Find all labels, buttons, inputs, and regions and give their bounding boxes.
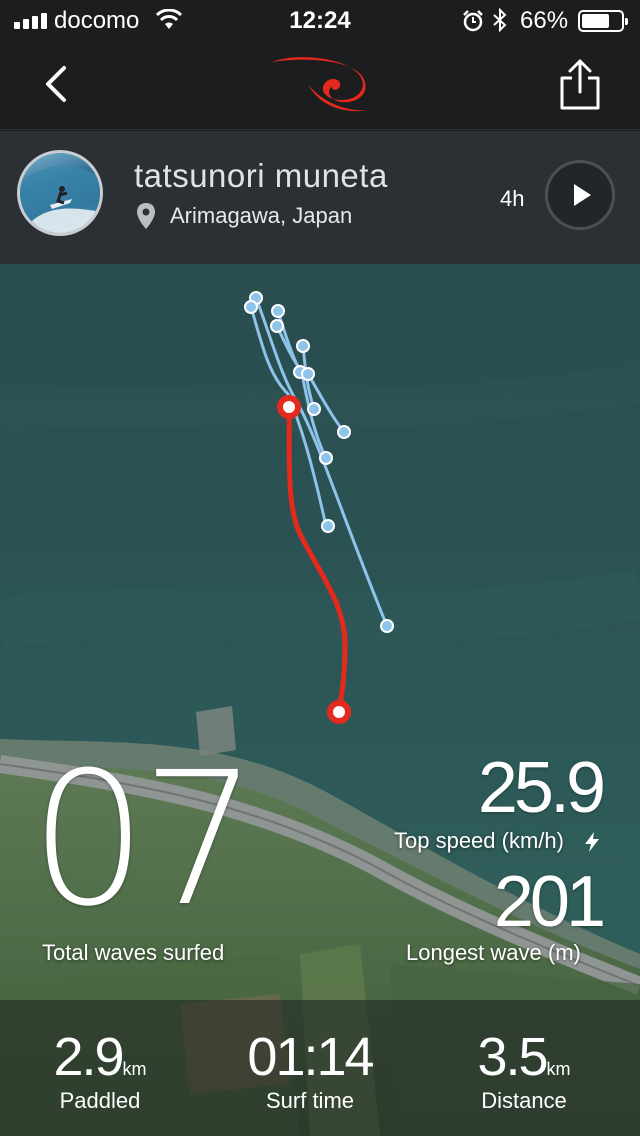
session-header: tatsunori muneta Arimagawa, Japan 4h [0,131,640,264]
avatar[interactable] [17,150,103,236]
wave-tracks [249,297,389,627]
surfer-photo [20,166,100,233]
longest-wave-label: Longest wave (m) [406,940,581,965]
paddled-stat: 2.9km Paddled [0,1030,200,1114]
session-time-ago: 4h [500,186,525,211]
total-waves-value: 07 [30,733,258,947]
play-button[interactable] [545,160,615,230]
chevron-left-icon [46,66,66,102]
best-wave-track [286,404,348,715]
surf-time-label: Surf time [265,1088,355,1113]
total-waves-label: Total waves surfed [42,940,225,965]
session-location: Arimagawa, Japan [170,203,353,228]
share-button[interactable] [556,58,604,112]
play-icon [574,184,591,206]
distance-value: 3.5 [477,1027,548,1087]
battery-percent: 66% [520,7,569,34]
alarm-icon [463,10,483,32]
top-speed-value: 25.9 [477,748,606,828]
ripcurl-logo [272,57,368,112]
surfer-name: tatsunori muneta [134,157,388,194]
surf-time-stat: 01:14 Surf time [210,1030,410,1114]
paddled-unit: km [122,1059,147,1079]
back-button[interactable] [36,62,76,106]
status-bar: docomo 12:24 66% [0,0,640,40]
top-speed-label: Top speed (km/h) [394,828,564,853]
bluetooth-icon [493,8,507,32]
nav-bar [0,40,640,130]
longest-wave-value: 201 [493,862,606,942]
battery-icon [578,10,628,32]
distance-stat: 3.5km Distance [424,1030,624,1114]
paddled-label: Paddled [59,1088,141,1113]
distance-label: Distance [481,1088,567,1113]
distance-unit: km [546,1059,571,1079]
share-icon [560,59,600,110]
surf-time-value: 01:14 [247,1027,374,1087]
location-pin-icon [137,203,155,229]
wave-waypoints [244,291,394,633]
lightning-bolt-icon [585,832,599,852]
paddled-value: 2.9 [53,1027,124,1087]
